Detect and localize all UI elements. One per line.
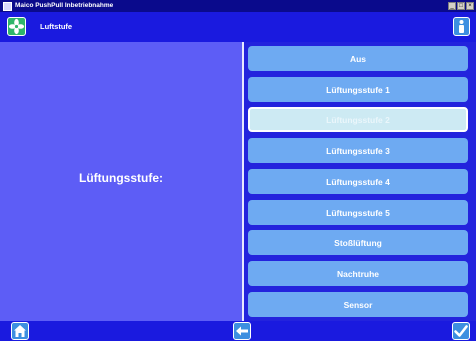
option-level-5[interactable]: Lüftungsstufe 5 [248, 200, 468, 225]
option-aus[interactable]: Aus [248, 46, 468, 71]
fan-icon [8, 18, 25, 35]
option-boost-ventilation[interactable]: Stoßlüftung [248, 230, 468, 255]
option-night-mode[interactable]: Nachtruhe [248, 261, 468, 286]
window-title: Maico PushPull Inbetriebnahme [15, 2, 114, 9]
home-button[interactable] [11, 322, 29, 340]
close-button[interactable]: × [466, 2, 474, 10]
footer-bar [0, 321, 476, 341]
checkmark-icon [454, 325, 468, 337]
confirm-button[interactable] [452, 322, 470, 340]
info-button[interactable] [453, 17, 470, 36]
left-panel: Lüftungsstufe: [0, 42, 242, 321]
option-sensor[interactable]: Sensor [248, 292, 468, 317]
info-icon [459, 20, 464, 33]
fan-button[interactable] [7, 17, 26, 36]
page-title: Luftstufe [40, 22, 73, 31]
window-controls: _ □ × [448, 2, 474, 10]
option-level-2[interactable]: Lüftungsstufe 2 [248, 107, 468, 132]
maximize-button[interactable]: □ [457, 2, 465, 10]
minimize-button[interactable]: _ [448, 2, 456, 10]
option-level-1[interactable]: Lüftungsstufe 1 [248, 77, 468, 102]
home-icon [14, 325, 26, 337]
option-level-3[interactable]: Lüftungsstufe 3 [248, 138, 468, 163]
back-button[interactable] [233, 322, 251, 340]
ventilation-level-label: Lüftungsstufe: [79, 171, 163, 185]
option-level-4[interactable]: Lüftungsstufe 4 [248, 169, 468, 194]
back-arrow-icon [236, 326, 248, 336]
app-icon [3, 1, 12, 11]
header-bar: Luftstufe [0, 12, 476, 42]
window-titlebar: Maico PushPull Inbetriebnahme _ □ × [0, 0, 476, 12]
options-panel: Aus Lüftungsstufe 1 Lüftungsstufe 2 Lüft… [244, 42, 476, 321]
